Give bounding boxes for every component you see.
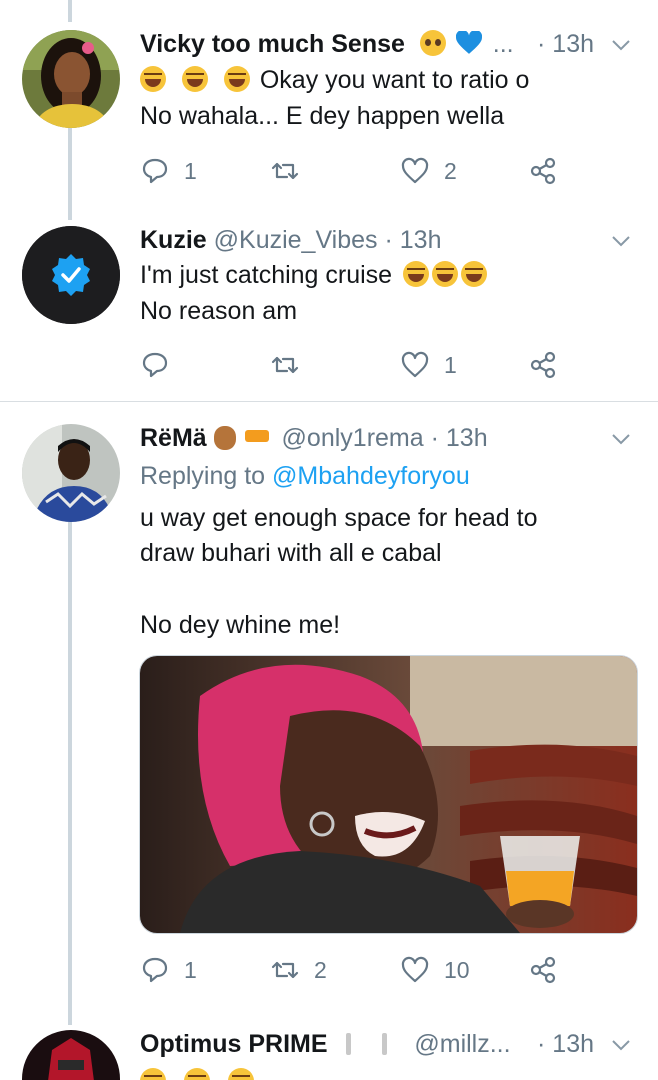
heart-icon [401, 956, 429, 983]
retweet-button[interactable] [270, 154, 314, 188]
tweet-media-image[interactable] [139, 655, 638, 934]
display-name[interactable]: Optimus PRIME [140, 1030, 328, 1058]
retweet-icon [271, 162, 299, 180]
tweet-text-line [140, 1068, 257, 1080]
timestamp[interactable]: · 13h [385, 226, 442, 254]
tweet-optimus[interactable]: Optimus PRIME @millz... · 13h [0, 1030, 658, 1080]
share-icon [530, 157, 556, 185]
reply-icon [142, 158, 168, 184]
reply-button[interactable] [140, 348, 184, 382]
water-pistol-emoji [244, 430, 269, 442]
exclamation-emoji [382, 1033, 388, 1055]
laughing-emoji [140, 1068, 166, 1080]
tweet-actions: 1 2 10 [140, 953, 640, 987]
like-button[interactable]: 10 [400, 953, 470, 987]
tweet-text-line: u way get enough space for head to [140, 504, 538, 532]
exclamation-emoji [346, 1033, 352, 1055]
heart-icon [401, 157, 429, 184]
pleading-face-emoji [419, 30, 446, 56]
laughing-emoji [181, 66, 208, 92]
share-icon [530, 956, 556, 984]
avatar[interactable] [22, 424, 120, 522]
share-icon [530, 351, 556, 379]
retweet-count: 2 [314, 956, 327, 983]
thread-line-top [68, 0, 72, 22]
chevron-down-icon[interactable] [610, 230, 632, 252]
tweet-kuzie[interactable]: Kuzie @Kuzie_Vibes · 13h I'm just catchi… [0, 226, 658, 396]
like-count: 1 [444, 351, 457, 378]
tweet-text: Okay you want to ratio o [259, 66, 530, 94]
share-button[interactable] [528, 154, 558, 188]
timestamp[interactable]: · 13h [537, 30, 594, 59]
like-button[interactable]: 1 [400, 348, 457, 382]
mention-link[interactable]: @Mbahdeyforyou [272, 462, 470, 490]
laughing-emoji [227, 1068, 254, 1080]
like-count: 2 [444, 157, 457, 184]
reply-icon [142, 957, 168, 983]
share-button[interactable] [528, 953, 558, 987]
timestamp[interactable]: · 13h [431, 424, 488, 452]
retweet-icon [271, 961, 299, 979]
heart-icon [401, 351, 429, 378]
laughing-emoji [403, 261, 430, 287]
tweet-text-line: I'm just catching cruise [140, 261, 490, 290]
laughing-emoji [461, 261, 488, 287]
like-button[interactable]: 2 [400, 154, 457, 188]
tweet-text-line: No dey whine me! [140, 611, 341, 639]
tweet-actions: 1 [140, 348, 640, 382]
tweet-vicky[interactable]: Vicky too much Sense ... · 13h Okay you … [0, 30, 658, 200]
display-name[interactable]: Kuzie [140, 226, 207, 254]
tweet-text-line: draw buhari with all e cabal [140, 539, 442, 567]
timestamp[interactable]: · 13h [537, 1030, 594, 1059]
like-count: 10 [444, 956, 470, 983]
reply-button[interactable]: 1 [140, 953, 197, 987]
chevron-down-icon[interactable] [610, 1034, 632, 1056]
avatar[interactable] [22, 226, 120, 324]
retweet-icon [271, 356, 299, 374]
laughing-emoji [140, 66, 166, 92]
handle[interactable]: @Kuzie_Vibes [214, 226, 378, 254]
retweet-button[interactable] [270, 348, 314, 382]
handle[interactable]: @millz... [414, 1030, 510, 1058]
handle[interactable]: ... [493, 30, 514, 58]
laughing-emoji [183, 1068, 210, 1080]
handle[interactable]: @only1rema [282, 424, 424, 452]
display-name[interactable]: Vicky too much Sense [140, 30, 405, 58]
reply-count: 1 [184, 956, 197, 983]
chevron-down-icon[interactable] [610, 34, 632, 56]
tweet-text-line: Okay you want to ratio o [140, 66, 529, 95]
tweet-text-line: No wahala... E dey happen wella [140, 102, 505, 130]
laughing-woman-image [140, 656, 637, 933]
display-name[interactable]: RëMä [140, 424, 207, 452]
avatar[interactable] [22, 30, 120, 128]
avatar[interactable] [22, 1030, 120, 1080]
reply-count: 1 [184, 157, 197, 184]
chevron-down-icon[interactable] [610, 428, 632, 450]
teddy-bear-emoji [213, 426, 236, 450]
reply-button[interactable]: 1 [140, 154, 197, 188]
retweet-button[interactable]: 2 [270, 953, 327, 987]
reply-icon [142, 352, 168, 378]
blue-heart-icon [455, 31, 482, 54]
replying-to: Replying to @Mbahdeyforyou [140, 462, 470, 491]
laughing-emoji [432, 261, 459, 287]
tweet-divider [0, 401, 658, 402]
replying-to-label: Replying to [140, 462, 266, 490]
tweet-text: I'm just catching cruise [140, 261, 393, 289]
tweet-actions: 1 2 [140, 154, 640, 188]
share-button[interactable] [528, 348, 558, 382]
tweet-text-line: No reason am [140, 297, 298, 325]
laughing-emoji [223, 66, 250, 92]
